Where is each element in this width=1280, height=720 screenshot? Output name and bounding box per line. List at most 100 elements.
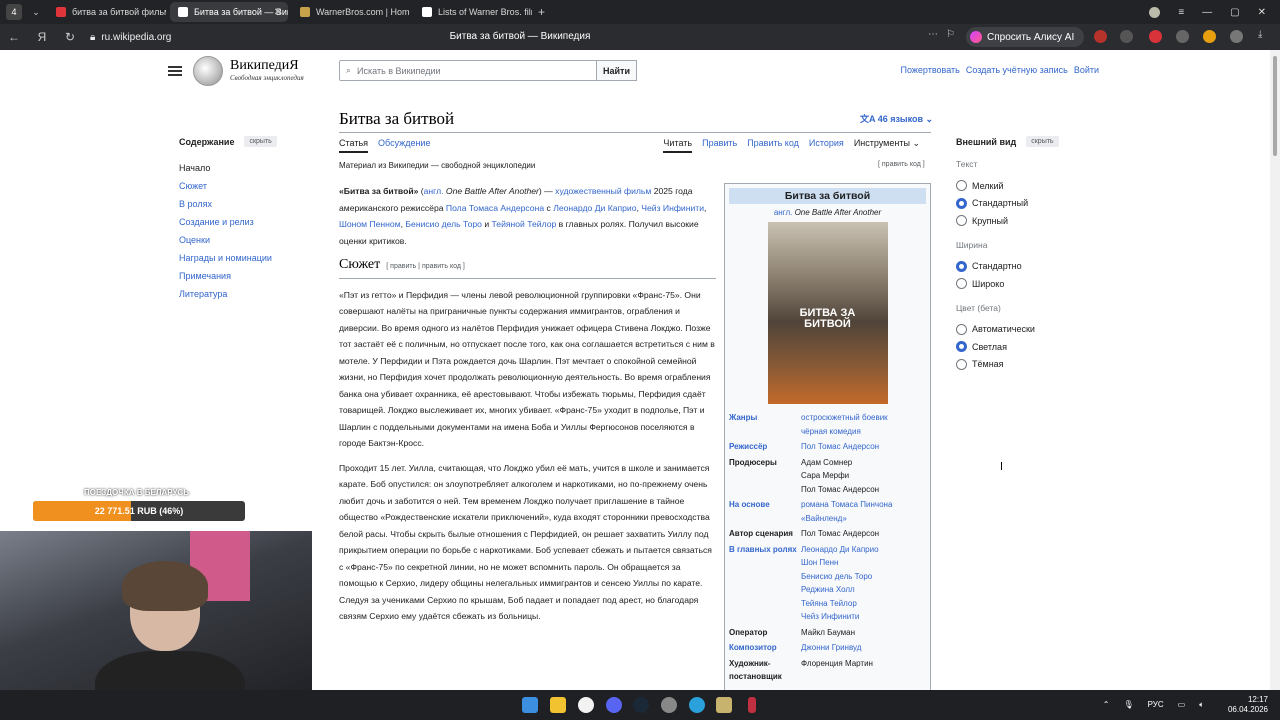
- yandex-browser-icon[interactable]: [578, 697, 594, 713]
- tab-read[interactable]: Читать: [663, 138, 693, 153]
- tab-tools[interactable]: Инструменты ⌄: [854, 138, 920, 153]
- main-menu-icon[interactable]: [168, 64, 182, 78]
- extension-icon[interactable]: [1230, 30, 1243, 43]
- app-icon[interactable]: [716, 697, 732, 713]
- ask-alice-button[interactable]: Спросить Алису AI: [966, 27, 1085, 47]
- infobox-value[interactable]: Леонардо Ди Каприо Шон Пенн Бенисио дель…: [801, 543, 926, 624]
- tab-edit[interactable]: Править: [702, 138, 737, 153]
- scrollbar-thumb[interactable]: [1273, 56, 1277, 156]
- tab-article[interactable]: Статья: [339, 138, 369, 153]
- app-icon[interactable]: [661, 697, 677, 713]
- download-icon[interactable]: ⤓: [1258, 29, 1262, 40]
- menu-icon[interactable]: ≡: [1178, 7, 1184, 18]
- toc-hide-button[interactable]: скрыть: [244, 136, 277, 147]
- volume-icon[interactable]: 🔈︎: [1199, 700, 1204, 710]
- more-icon[interactable]: ⋯: [928, 29, 938, 40]
- clock[interactable]: 12:17 06.04.2026: [1228, 695, 1268, 715]
- chevron-down-icon[interactable]: ⌄: [28, 4, 44, 20]
- browser-tab[interactable]: Lists of Warner Bros. films: [414, 2, 532, 22]
- microphone-icon[interactable]: 🎙︎: [1123, 700, 1133, 710]
- film-poster-image[interactable]: БИТВА ЗА БИТВОЙ: [767, 222, 888, 404]
- browser-tab[interactable]: битва за битвой фильм 2: [48, 2, 166, 22]
- search-button[interactable]: Найти: [596, 60, 637, 81]
- extension-icon[interactable]: [1176, 30, 1189, 43]
- appearance-hide-button[interactable]: скрыть: [1026, 136, 1059, 147]
- donate-link[interactable]: Пожертвовать: [901, 65, 960, 75]
- section-edit-links[interactable]: [ править | править код ]: [386, 263, 465, 270]
- browser-tab[interactable]: WarnerBros.com | Home o: [292, 2, 410, 22]
- lang-link[interactable]: англ.: [424, 186, 444, 196]
- radio-button[interactable]: [956, 323, 967, 335]
- toc-item[interactable]: Создание и релиз: [179, 213, 277, 231]
- radio-button[interactable]: [956, 341, 967, 353]
- radio-button[interactable]: [956, 197, 967, 209]
- windows-start-icon[interactable]: [522, 697, 538, 713]
- article-link[interactable]: Шоном Пенном: [339, 219, 401, 229]
- create-account-link[interactable]: Создать учётную запись: [966, 65, 1068, 75]
- browser-menu-icon[interactable]: 4: [6, 4, 22, 20]
- tab-talk[interactable]: Обсуждение: [378, 138, 430, 153]
- search-input[interactable]: ⌕ Искать в Википедии: [339, 60, 597, 81]
- edit-code-link[interactable]: [ править код ]: [878, 161, 925, 168]
- article-link[interactable]: Тейяной Тейлор: [492, 219, 557, 229]
- chevron-up-icon[interactable]: ⌃: [1103, 700, 1110, 710]
- toc-item[interactable]: Награды и номинации: [179, 249, 277, 267]
- discord-icon[interactable]: [606, 697, 622, 713]
- maximize-icon[interactable]: ▢: [1230, 7, 1239, 18]
- logo-title: ВикипедиЯ: [230, 58, 299, 73]
- login-link[interactable]: Войти: [1074, 65, 1099, 75]
- article-link[interactable]: Чейз Инфинити: [641, 203, 704, 213]
- browser-tab-active[interactable]: Битва за битвой — Вик ✕: [170, 2, 288, 22]
- steam-icon[interactable]: [633, 697, 649, 713]
- extension-icon[interactable]: [1203, 30, 1216, 43]
- toc-item[interactable]: Литература: [179, 285, 277, 303]
- article-link[interactable]: Бенисио дель Торо: [405, 219, 482, 229]
- radio-button[interactable]: [956, 260, 967, 272]
- telegram-icon[interactable]: [689, 697, 705, 713]
- extension-icon[interactable]: [1149, 30, 1162, 43]
- toc-item[interactable]: В ролях: [179, 195, 277, 213]
- minimize-icon[interactable]: —: [1202, 7, 1212, 18]
- tab-edit-source[interactable]: Править код: [747, 138, 799, 153]
- article-link[interactable]: художественный фильм: [555, 186, 651, 196]
- radio-option[interactable]: Автоматически: [956, 321, 1096, 339]
- network-icon[interactable]: ▭: [1178, 700, 1186, 710]
- close-window-icon[interactable]: ✕: [1258, 7, 1266, 18]
- profile-icon[interactable]: [1149, 6, 1161, 18]
- radio-button[interactable]: [956, 180, 967, 192]
- site-subtitle: Материал из Википедии — свободной энцикл…: [339, 161, 536, 170]
- scrollbar[interactable]: [1270, 50, 1280, 690]
- infobox-value[interactable]: романа Томаса Пинчона «Вайнленд»: [801, 498, 926, 525]
- radio-option[interactable]: Стандартный: [956, 195, 1096, 213]
- article-link[interactable]: Пола Томаса Андерсона: [446, 203, 544, 213]
- radio-button[interactable]: [956, 278, 967, 290]
- close-tab-icon[interactable]: ✕: [274, 7, 282, 18]
- tab-history[interactable]: История: [809, 138, 844, 153]
- new-tab-icon[interactable]: +: [538, 5, 545, 19]
- bookmark-icon[interactable]: ⚐: [946, 29, 955, 40]
- infobox-row: На основе романа Томаса Пинчона «Вайнленд…: [725, 497, 930, 526]
- radio-option[interactable]: Светлая: [956, 338, 1096, 356]
- radio-option[interactable]: Широко: [956, 275, 1096, 293]
- radio-option[interactable]: Стандартно: [956, 258, 1096, 276]
- language-indicator[interactable]: РУС: [1148, 700, 1164, 710]
- extension-ublock-icon[interactable]: [1094, 30, 1107, 43]
- radio-option[interactable]: Тёмная: [956, 356, 1096, 374]
- file-explorer-icon[interactable]: [550, 697, 566, 713]
- language-button[interactable]: 文A 46 языков ⌄: [860, 112, 933, 125]
- toc-item[interactable]: Примечания: [179, 267, 277, 285]
- infobox-value[interactable]: Джонни Гринвуд: [801, 641, 926, 655]
- toc-item[interactable]: Сюжет: [179, 177, 277, 195]
- radio-option[interactable]: Мелкий: [956, 177, 1096, 195]
- radio-option[interactable]: Крупный: [956, 212, 1096, 230]
- toc-item[interactable]: Оценки: [179, 231, 277, 249]
- app-icon[interactable]: [748, 697, 756, 713]
- toc-item[interactable]: Начало: [179, 159, 277, 177]
- radio-button[interactable]: [956, 215, 967, 227]
- wikipedia-globe-logo[interactable]: [193, 56, 223, 86]
- radio-button[interactable]: [956, 358, 967, 370]
- extension-icon[interactable]: [1120, 30, 1133, 43]
- article-link[interactable]: Леонардо Ди Каприо: [553, 203, 636, 213]
- infobox-value[interactable]: Пол Томас Андерсон: [801, 440, 926, 454]
- infobox-value[interactable]: остросюжетный боевик чёрная комедия: [801, 411, 926, 438]
